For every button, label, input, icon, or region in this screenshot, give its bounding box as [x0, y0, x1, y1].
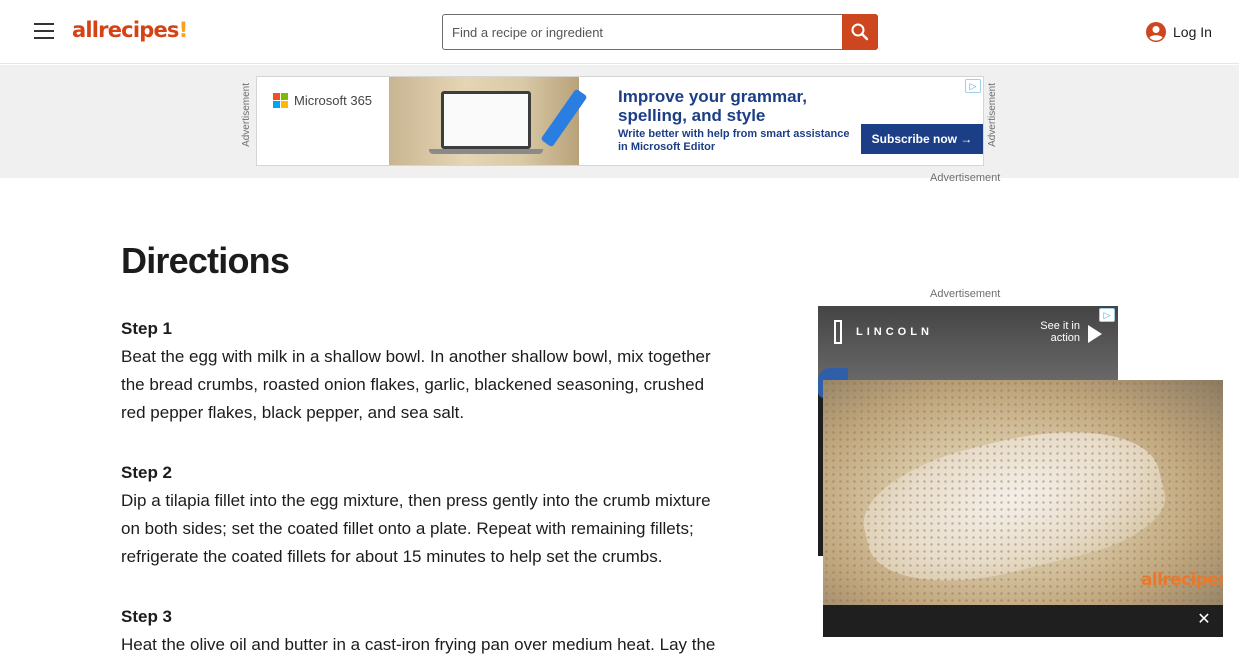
step-label: Step 2: [121, 463, 173, 482]
ad-headline: Improve your grammar, spelling, and styl…: [618, 87, 807, 125]
lincoln-brand: LINCOLN: [856, 326, 933, 338]
play-icon[interactable]: [1088, 325, 1102, 343]
ad-caption-top: Advertisement: [930, 172, 1001, 184]
lincoln-logo-icon: [834, 320, 842, 344]
ad-photo: [389, 77, 588, 165]
search-bar: [442, 14, 878, 50]
video-watermark-logo: allrecipes: [1141, 570, 1223, 590]
step-3: Step 3 Heat the olive oil and butter in …: [121, 603, 721, 659]
microsoft-logo-icon: [273, 93, 288, 108]
ad-label-left: Advertisement: [241, 83, 252, 147]
video-frame[interactable]: allrecipes: [823, 380, 1223, 605]
account-icon: [1146, 22, 1166, 42]
login-button[interactable]: Log In: [1145, 21, 1212, 43]
microsoft-logo: Microsoft 365: [273, 93, 372, 108]
ad-subline: Write better with help from smart assist…: [618, 128, 850, 153]
site-logo[interactable]: allrecipes!: [72, 18, 189, 42]
adchoices-icon[interactable]: ▷: [1099, 308, 1115, 322]
ad-label-right: Advertisement: [987, 83, 998, 147]
logo-text: allrecipes: [72, 18, 179, 42]
ad-background: [818, 306, 1118, 386]
step-label: Step 3: [121, 607, 173, 626]
ad-brand: Microsoft 365: [294, 93, 373, 108]
microsoft-ad-banner[interactable]: Microsoft 365 Improve your grammar, spel…: [256, 76, 984, 166]
adchoices-icon[interactable]: ▷: [965, 79, 981, 93]
site-header: allrecipes! Log In: [0, 0, 1239, 64]
search-button[interactable]: [842, 14, 878, 50]
top-ad-band: Advertisement Advertisement Microsoft 36…: [0, 65, 1239, 178]
login-label: Log In: [1173, 24, 1212, 40]
step-text: Dip a tilapia fillet into the egg mixtur…: [121, 491, 711, 566]
step-1: Step 1 Beat the egg with milk in a shall…: [121, 315, 721, 427]
step-text: Heat the olive oil and butter in a cast-…: [121, 635, 716, 654]
search-input[interactable]: [443, 15, 843, 49]
step-text: Beat the egg with milk in a shallow bowl…: [121, 347, 711, 422]
step-label: Step 1: [121, 319, 173, 338]
pen-icon: [540, 88, 588, 148]
logo-bang: !: [178, 18, 189, 42]
ad-caption-side: Advertisement: [930, 288, 1001, 300]
search-icon: [851, 23, 869, 41]
subscribe-button[interactable]: Subscribe now →: [861, 124, 983, 154]
laptop-base: [429, 149, 543, 154]
video-control-bar: ✕: [823, 605, 1223, 637]
step-2: Step 2 Dip a tilapia fillet into the egg…: [121, 459, 721, 571]
directions-heading: Directions: [121, 240, 290, 281]
video-player[interactable]: allrecipes ✕: [823, 380, 1223, 637]
menu-icon[interactable]: [34, 23, 54, 41]
see-it-label: See it in action: [1040, 320, 1080, 344]
laptop-image: [441, 91, 531, 149]
close-icon[interactable]: ✕: [1197, 612, 1211, 628]
